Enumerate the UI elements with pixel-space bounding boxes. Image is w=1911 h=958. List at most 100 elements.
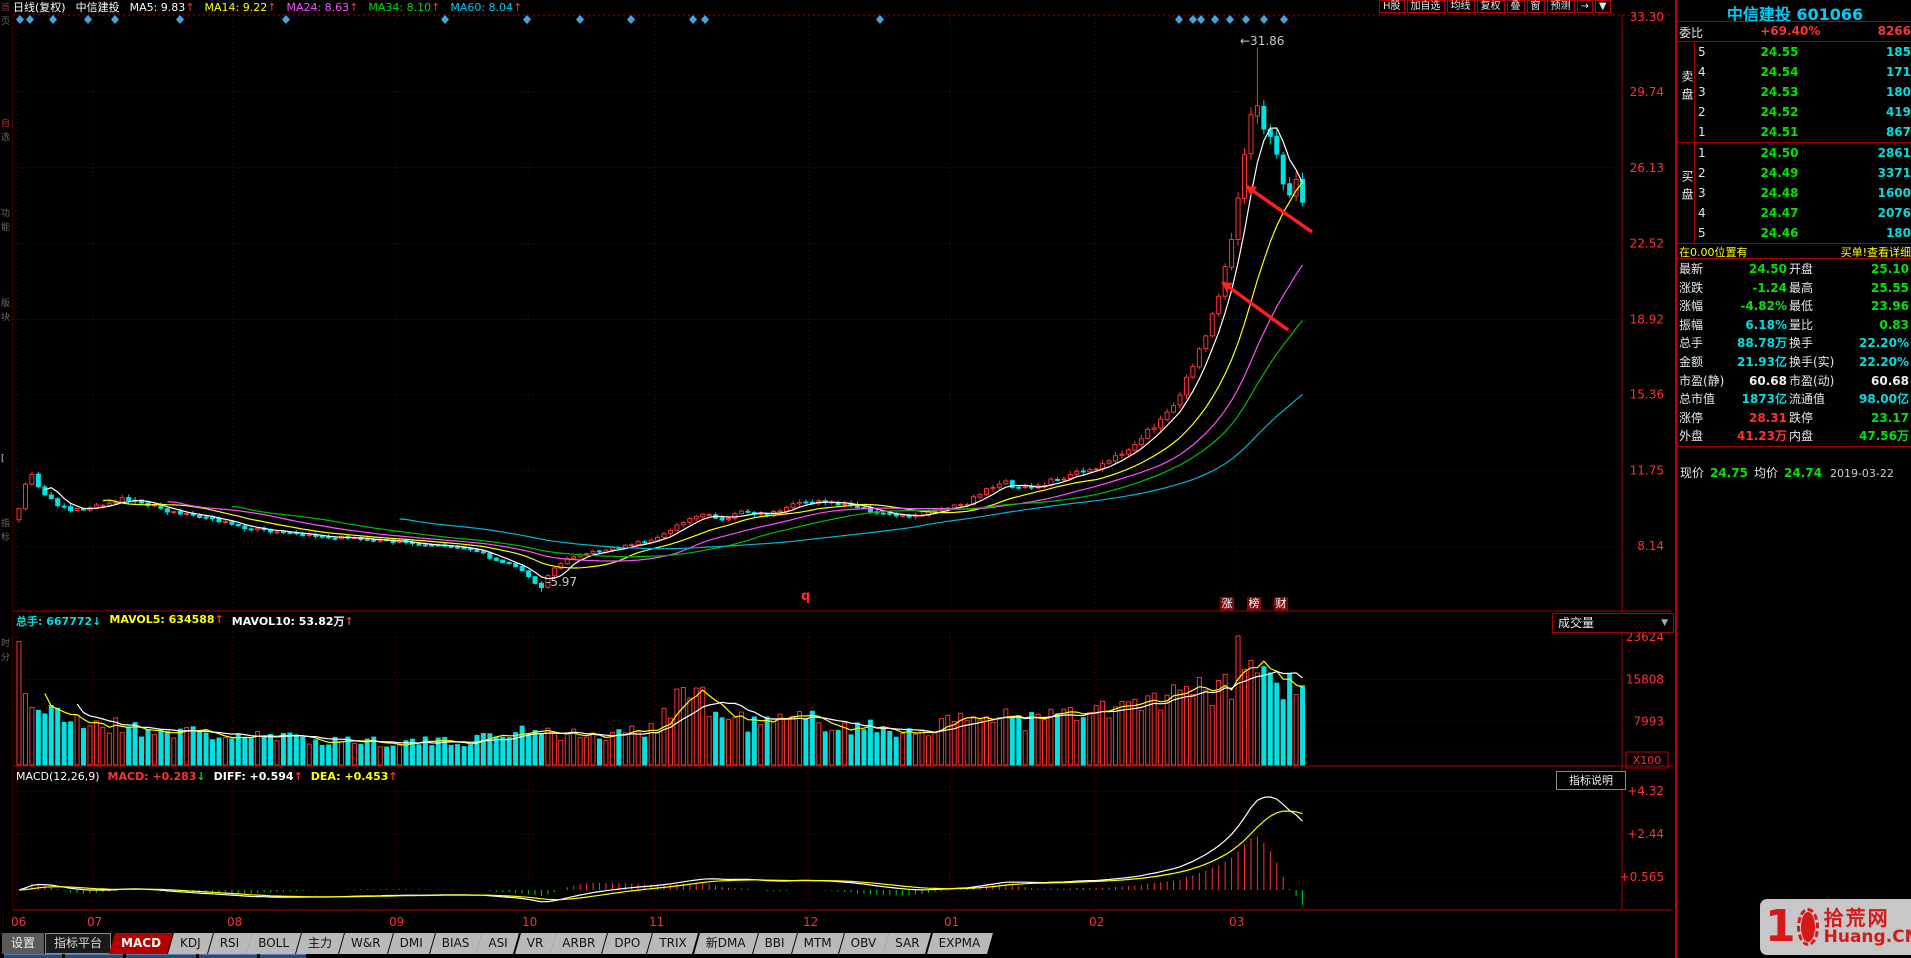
- low-price-annotation: -5.97: [546, 575, 578, 589]
- ask-row[interactable]: 1 24.51 867: [1695, 122, 1911, 142]
- macd-legend-item: MACD: +0.283↓: [107, 770, 206, 783]
- bid-row[interactable]: 1 24.50 2861: [1695, 143, 1911, 163]
- header-button[interactable]: 复权: [1476, 0, 1505, 13]
- stat-label: 换手: [1789, 336, 1814, 351]
- indicator-tab[interactable]: 主力: [296, 933, 345, 954]
- indicator-tab[interactable]: EXPMA: [926, 933, 993, 954]
- sidebar-char[interactable]: 时: [1, 640, 10, 649]
- weicha-value: 8266: [1877, 24, 1911, 38]
- month-label: 02: [1089, 915, 1104, 929]
- stat-label: 最高: [1789, 280, 1814, 295]
- indicator-tab[interactable]: KDJ: [168, 933, 213, 954]
- ask-row[interactable]: 5 24.55 185: [1695, 42, 1911, 62]
- axis-label: 15.36: [1630, 387, 1664, 401]
- indicator-tab[interactable]: SAR: [883, 933, 932, 954]
- indicator-tab[interactable]: RSI: [207, 933, 252, 954]
- indicator-tab[interactable]: W&R: [339, 933, 393, 954]
- indicator-tab[interactable]: OBV: [838, 933, 889, 954]
- q-marker: q: [801, 589, 811, 604]
- hot-badge[interactable]: 涨: [1220, 597, 1234, 611]
- header-button[interactable]: →: [1576, 0, 1593, 13]
- stat-label: 换手(实): [1789, 354, 1835, 369]
- stat-value: 28.31: [1749, 410, 1787, 425]
- bid-row[interactable]: 5 24.46 180: [1695, 223, 1911, 243]
- header-button[interactable]: 均线: [1446, 0, 1475, 13]
- header-button[interactable]: 预测: [1546, 0, 1575, 13]
- header-button[interactable]: H股: [1379, 0, 1405, 13]
- ask-row[interactable]: 2 24.52 419: [1695, 102, 1911, 122]
- stat-value: 6.18%: [1745, 317, 1787, 332]
- indicator-help-button[interactable]: 指标说明: [1556, 771, 1626, 790]
- macd-pane-header: MACD(12,26,9) MACD: +0.283↓ DIFF: +0.594↑…: [16, 770, 398, 783]
- stat-value: 25.10: [1871, 262, 1909, 276]
- stat-value: 1873亿: [1741, 392, 1787, 407]
- ma-legend-item: MA60: 8.04↑: [450, 0, 523, 14]
- signal-diamond-icon: [1211, 15, 1219, 24]
- signal-diamond-icon: [1189, 15, 1197, 24]
- month-label: 07: [87, 915, 102, 929]
- signal-diamond-icon: [1260, 15, 1268, 24]
- avg-label: 均价: [1753, 466, 1778, 480]
- signal-diamond-icon: [689, 15, 697, 24]
- ma-legend-item: MA24: 8.63↑: [286, 0, 359, 14]
- bottom-partial-row: [0, 954, 1679, 958]
- macd-legend-item: DEA: +0.453↑: [310, 770, 398, 783]
- stat-value: 22.20%: [1859, 336, 1909, 351]
- ask-row[interactable]: 4 24.54 171: [1695, 62, 1911, 82]
- indicator-tab[interactable]: 设置: [2, 933, 45, 954]
- bid-row[interactable]: 4 24.47 2076: [1695, 203, 1911, 223]
- indicator-tab[interactable]: 新DMA: [693, 933, 758, 954]
- ask-row[interactable]: 3 24.53 180: [1695, 82, 1911, 102]
- watermark-10: 1: [1765, 901, 1796, 952]
- stat-label: 量比: [1789, 317, 1814, 332]
- indicator-tab[interactable]: 指标平台: [45, 933, 112, 954]
- bid-row[interactable]: 3 24.48 1600: [1695, 183, 1911, 203]
- header-button[interactable]: 加自选: [1406, 0, 1445, 13]
- volume-legend-item: MAVOL5: 634588↑: [109, 613, 224, 626]
- sidebar-char[interactable]: 块: [1, 314, 10, 323]
- sidebar-char[interactable]: 能: [1, 224, 10, 233]
- indicator-tab[interactable]: DPO: [602, 933, 653, 954]
- indicator-tab[interactable]: MTM: [791, 933, 844, 954]
- stat-label: 流通值: [1789, 392, 1826, 407]
- ma-legend-item: MA34: 8.10↑: [368, 0, 441, 14]
- sidebar-char[interactable]: [: [1, 455, 5, 464]
- hot-badge[interactable]: 财: [1274, 597, 1288, 611]
- bid-row[interactable]: 2 24.49 3371: [1695, 163, 1911, 183]
- sidebar-char[interactable]: 页: [1, 18, 10, 27]
- header-button[interactable]: 窗: [1526, 0, 1545, 13]
- indicator-tab[interactable]: DMI: [387, 933, 435, 954]
- indicator-tab[interactable]: BOLL: [246, 933, 302, 954]
- stat-value: 60.68: [1871, 373, 1909, 388]
- avg-value: 24.74: [1784, 466, 1822, 480]
- header-button[interactable]: ▼: [1594, 0, 1611, 13]
- sidebar-char[interactable]: 版: [1, 300, 10, 309]
- indicator-tab[interactable]: TRIX: [647, 933, 699, 954]
- sidebar-char[interactable]: 标: [1, 534, 10, 543]
- stat-label: 总市值: [1679, 392, 1716, 407]
- indicator-tab[interactable]: BBI: [752, 933, 797, 954]
- axis-label: +2.44: [1627, 827, 1664, 841]
- indicator-tab[interactable]: BIAS: [429, 933, 482, 954]
- ma-legend-item: 中信建投: [75, 1, 120, 14]
- volume-type-dropdown[interactable]: 成交量 ▼: [1552, 613, 1674, 633]
- month-label: 01: [944, 915, 959, 929]
- now-label: 现价: [1680, 466, 1705, 480]
- indicator-tab[interactable]: ARBR: [550, 933, 608, 954]
- sidebar-char[interactable]: 自: [1, 120, 10, 129]
- hot-badge[interactable]: 榜: [1247, 597, 1261, 611]
- sidebar-char[interactable]: 指: [1, 520, 10, 529]
- sidebar-char[interactable]: 首: [1, 4, 10, 13]
- header-button[interactable]: 叠: [1506, 0, 1525, 13]
- stat-label: 金额: [1679, 354, 1704, 369]
- stat-label: 最低: [1789, 299, 1814, 314]
- stat-label: 市盈(动): [1789, 373, 1835, 388]
- sidebar-char[interactable]: 分: [1, 654, 10, 663]
- signal-diamond-icon: [1280, 15, 1288, 24]
- indicator-tab[interactable]: MACD: [109, 933, 174, 954]
- indicator-tab[interactable]: VR: [514, 933, 556, 954]
- sidebar-char[interactable]: 功: [1, 210, 10, 219]
- buy-side-label: 买盘: [1680, 170, 1694, 206]
- sidebar-char[interactable]: 选: [1, 134, 10, 143]
- indicator-tab[interactable]: ASI: [476, 933, 520, 954]
